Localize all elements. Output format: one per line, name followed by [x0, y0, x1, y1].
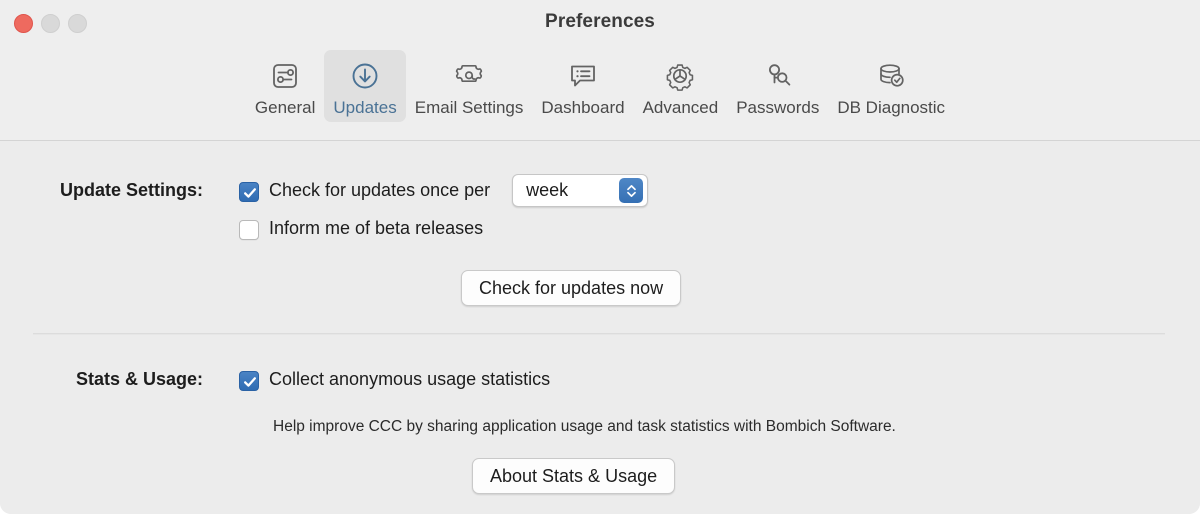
key-icon: [761, 57, 795, 95]
database-check-icon: [874, 57, 908, 95]
collect-stats-label: Collect anonymous usage statistics: [269, 369, 551, 389]
about-stats-usage-label: About Stats & Usage: [472, 458, 676, 494]
title-bar: Preferences: [0, 0, 1200, 47]
preferences-toolbar: General Updates Email Settings Dashboard…: [0, 47, 1200, 140]
check-updates-now-button[interactable]: Check for updates now: [461, 270, 682, 306]
gear-wheel-icon: [663, 57, 697, 95]
tab-email-settings-label: Email Settings: [414, 98, 524, 117]
beta-releases-row: Inform me of beta releases: [239, 218, 483, 240]
stats-usage-label: Stats & Usage:: [75, 369, 203, 389]
stats-usage-row: Stats & Usage: Collect anonymous usage s…: [0, 369, 550, 391]
tab-updates[interactable]: Updates: [324, 50, 406, 122]
tab-dashboard[interactable]: Dashboard: [532, 50, 633, 122]
update-settings-label: Update Settings:: [59, 180, 203, 200]
stats-usage-help-text: Help improve CCC by sharing application …: [273, 418, 896, 435]
tab-updates-label: Updates: [333, 98, 397, 117]
update-settings-row: Update Settings: Check for updates once …: [0, 174, 649, 207]
beta-releases-checkbox[interactable]: [239, 220, 259, 240]
updates-pane: Update Settings: Check for updates once …: [0, 141, 1200, 514]
tab-email-settings[interactable]: Email Settings: [406, 50, 533, 122]
collect-stats-checkbox[interactable]: [239, 371, 259, 391]
about-stats-usage-button[interactable]: About Stats & Usage: [472, 458, 676, 494]
tab-advanced[interactable]: Advanced: [634, 50, 728, 122]
beta-releases-label: Inform me of beta releases: [269, 218, 484, 238]
chevron-updown-icon: [619, 178, 644, 203]
update-interval-value: week: [526, 180, 569, 200]
download-circle-icon: [348, 57, 382, 95]
check-updates-now-label: Check for updates now: [461, 270, 682, 306]
speech-list-icon: [566, 57, 600, 95]
tab-dashboard-label: Dashboard: [541, 98, 625, 117]
preferences-window: Preferences General Updates Email Settin…: [0, 0, 1200, 514]
check-updates-label: Check for updates once per: [269, 180, 491, 200]
tab-db-diagnostic-label: DB Diagnostic: [837, 98, 946, 117]
sliders-icon: [269, 57, 301, 95]
update-interval-popup[interactable]: week: [512, 174, 649, 207]
tab-general[interactable]: General: [246, 50, 324, 122]
section-divider: [33, 333, 1165, 335]
page-title: Preferences: [545, 11, 655, 32]
check-updates-checkbox[interactable]: [239, 182, 259, 202]
tab-passwords[interactable]: Passwords: [727, 50, 828, 122]
tab-passwords-label: Passwords: [736, 98, 820, 117]
at-sign-gear-icon: [452, 57, 486, 95]
tab-advanced-label: Advanced: [642, 98, 719, 117]
tab-db-diagnostic[interactable]: DB Diagnostic: [828, 50, 954, 122]
tab-general-label: General: [254, 98, 316, 117]
